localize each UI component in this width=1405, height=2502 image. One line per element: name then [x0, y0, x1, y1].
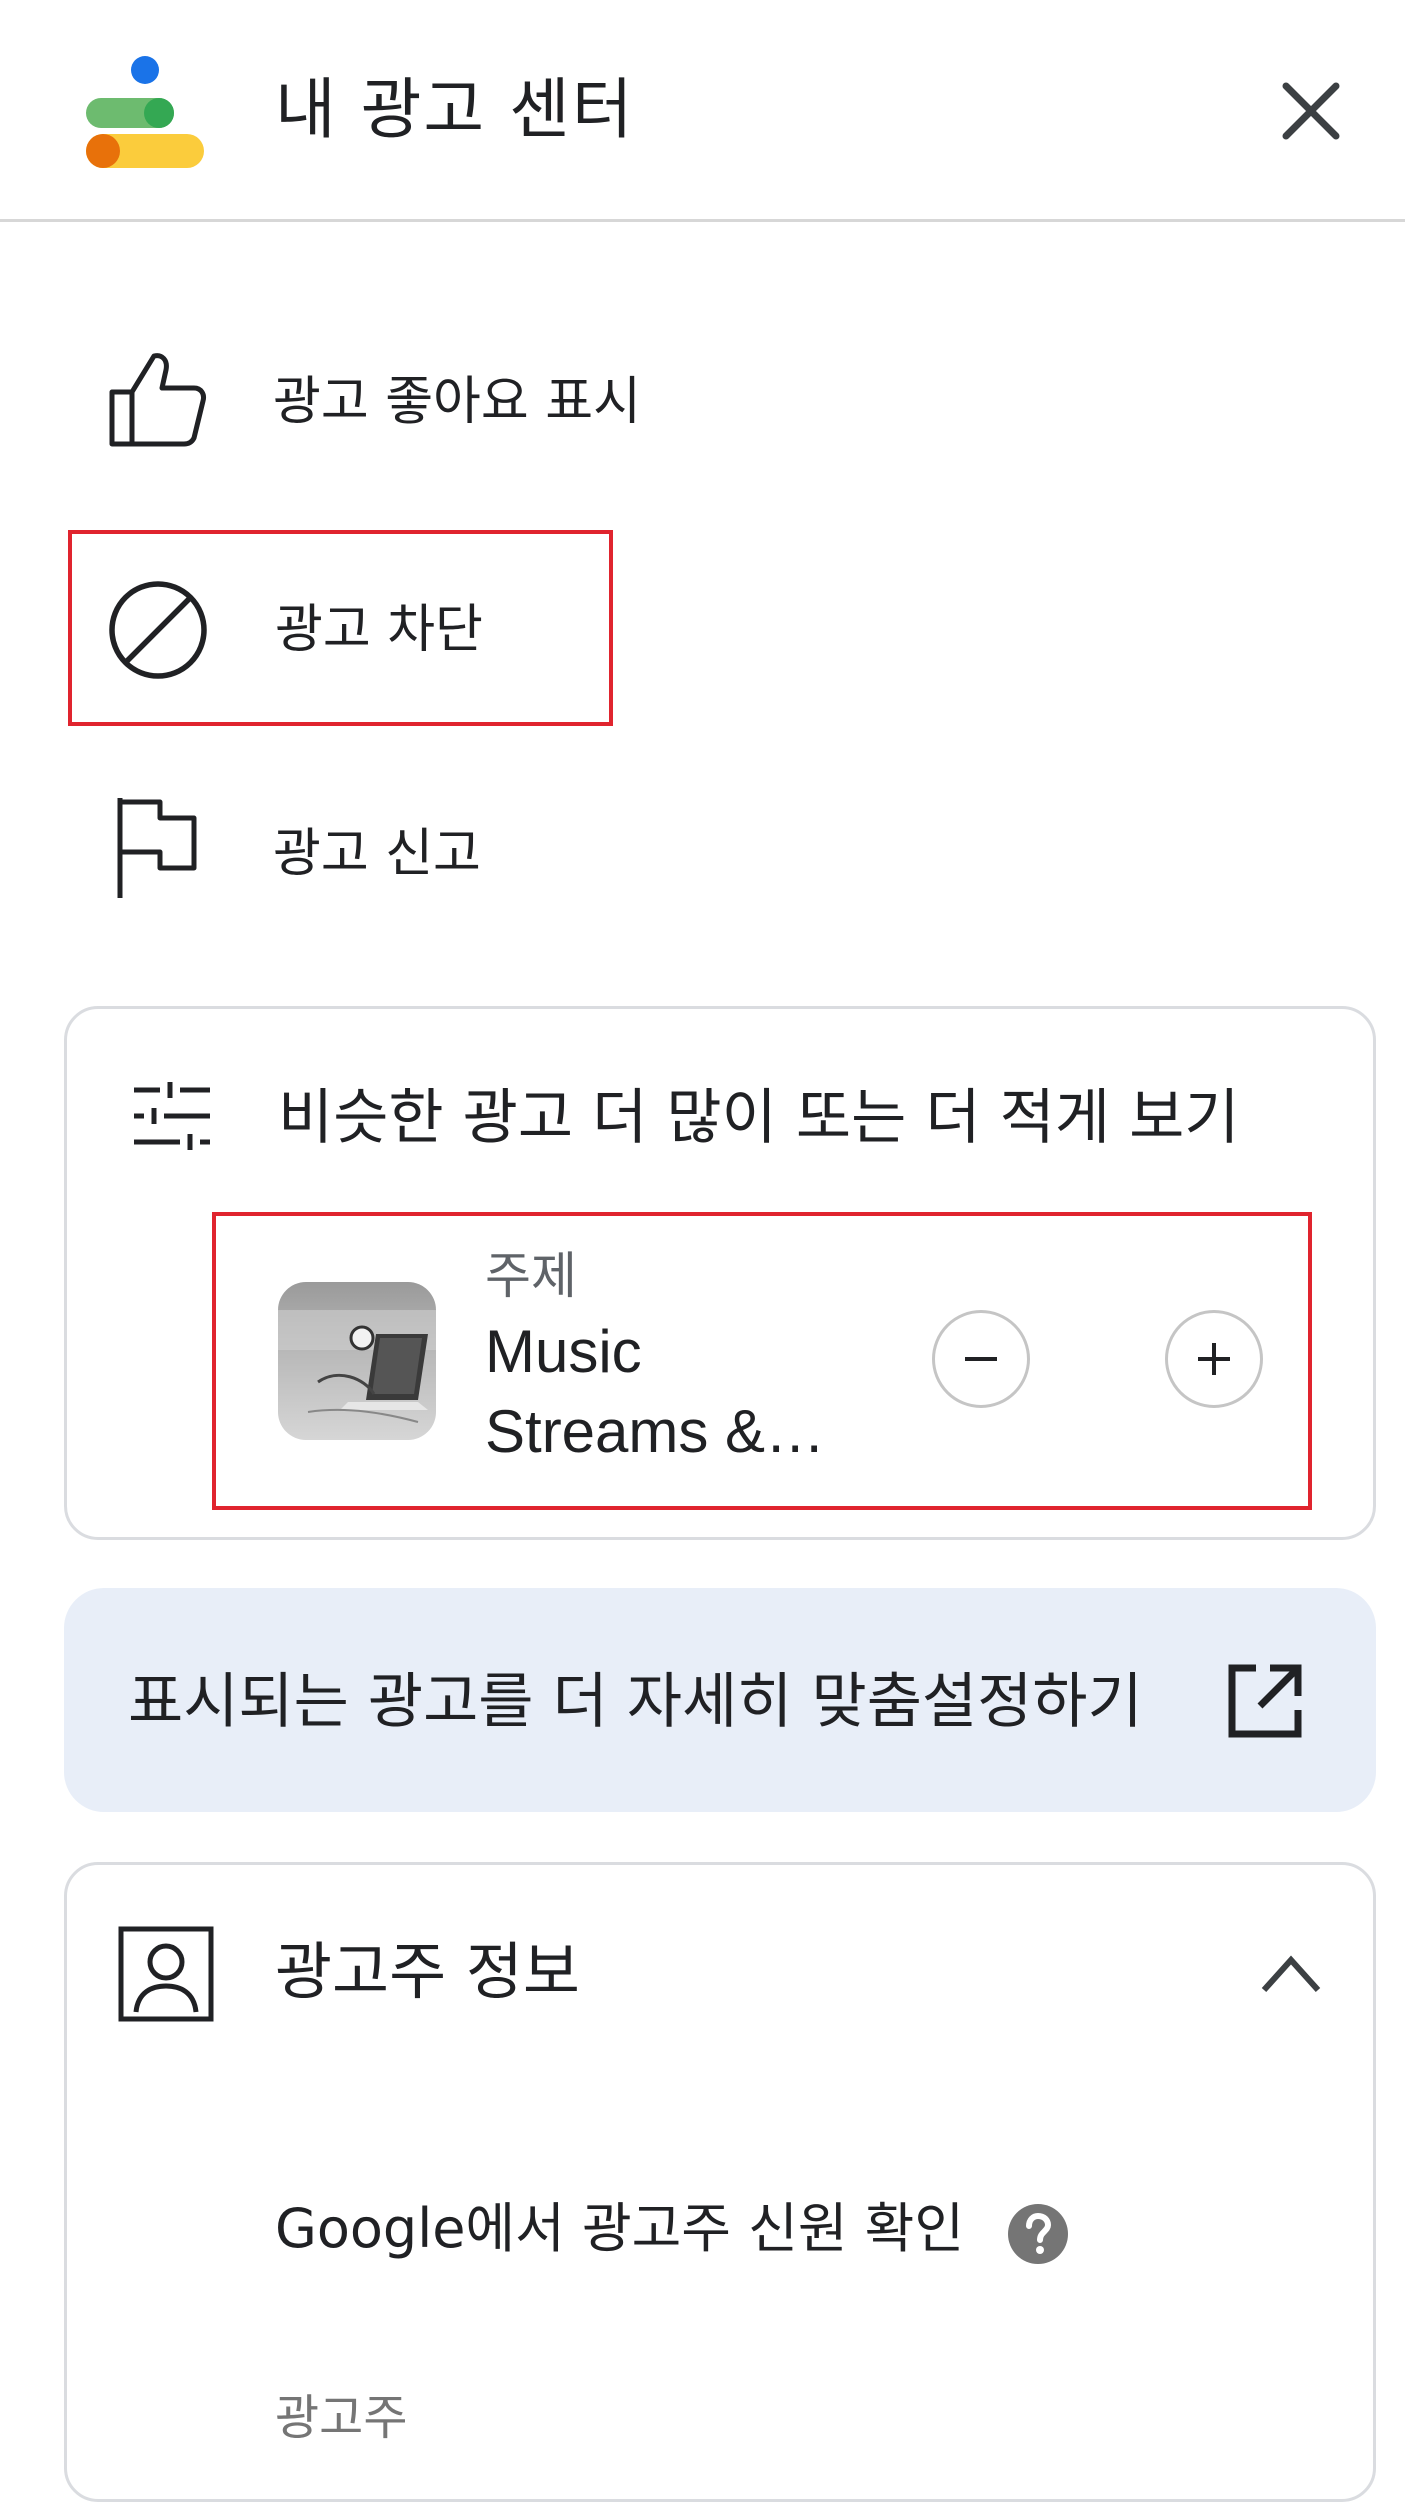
plus-icon — [1198, 1343, 1230, 1375]
show-more-button[interactable] — [1165, 1310, 1263, 1408]
open-in-new-icon — [1228, 1664, 1302, 1738]
advertiser-info-card — [64, 1862, 1376, 2502]
show-fewer-button[interactable] — [932, 1310, 1030, 1408]
menu-label-block: 광고 차단 — [275, 600, 483, 660]
person-box-icon — [118, 1926, 214, 2022]
customize-ads-label: 표시되는 광고를 더 자세히 맞춤설정하기 — [128, 1667, 1143, 1737]
close-icon[interactable] — [1280, 80, 1342, 142]
help-icon[interactable] — [1006, 2202, 1070, 2266]
minus-icon — [965, 1357, 997, 1361]
menu-item-report-ad[interactable]: 광고 신고 — [68, 760, 688, 930]
topic-kind-label: 주제 — [485, 1247, 577, 1305]
flag-icon — [117, 798, 197, 898]
tune-icon — [134, 1082, 210, 1150]
menu-item-block-ad[interactable]: 광고 차단 — [68, 530, 613, 726]
my-ad-center-logo — [86, 56, 204, 168]
menu-label-report: 광고 신고 — [273, 824, 481, 884]
thumb-up-icon — [109, 353, 206, 447]
menu-label-like: 광고 좋아요 표시 — [273, 372, 641, 432]
menu-item-like-ad[interactable]: 광고 좋아요 표시 — [68, 308, 688, 478]
header-bar — [0, 0, 1405, 222]
advertiser-field-label: 광고주 — [275, 2390, 408, 2446]
advertiser-info-title: 광고주 정보 — [275, 1935, 580, 2008]
page-title: 내 광고 센터 — [275, 71, 635, 148]
similar-ads-title: 비슷한 광고 더 많이 또는 더 적게 보기 — [278, 1083, 1240, 1153]
block-icon — [109, 581, 207, 679]
chevron-up-icon[interactable] — [1260, 1952, 1322, 1994]
topic-thumbnail-image — [278, 1282, 436, 1440]
verify-identity-label: Google에서 광고주 신원 확인 — [275, 2197, 965, 2260]
topic-name: Music Streams &… — [485, 1318, 826, 1465]
